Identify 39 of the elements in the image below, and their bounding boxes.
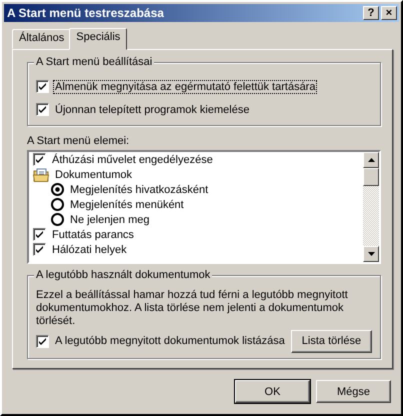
check-mark-icon [35, 155, 44, 164]
list-item[interactable]: Áthúzási művelet engedélyezése [52, 154, 213, 166]
up-arrow-icon [368, 158, 374, 162]
radio-button[interactable] [51, 213, 64, 226]
description-text: Ezzel a beállítással hamar hozzá tud férni a legutóbb megnyitott dokumentumokhoz. A lista törlése nem jelenti a dokumentumok törlését. [36, 289, 349, 328]
help-button[interactable]: ? [363, 6, 379, 20]
checkbox[interactable] [33, 153, 46, 166]
radio-button[interactable] [51, 183, 64, 196]
checkbox[interactable] [33, 228, 46, 241]
list-item[interactable]: Ne jelenjen meg [70, 214, 150, 226]
checkbox[interactable] [36, 334, 49, 348]
check-mark-icon [38, 82, 47, 91]
check-mark-icon [38, 105, 47, 114]
folder-icon [33, 168, 49, 182]
list-item[interactable]: Megjelenítés hivatkozásként [70, 184, 208, 196]
checkbox-label[interactable]: Újonnan telepített programok kiemelése [54, 104, 250, 116]
clear-list-button[interactable]: Lista törlése [290, 330, 372, 352]
group-title: A legutóbb használt dokumentumok [34, 269, 212, 281]
list-label: A Start menü elemei: [27, 135, 130, 147]
list-item[interactable]: Hálózati helyek [52, 244, 127, 256]
scroll-down-button[interactable] [363, 246, 379, 262]
check-mark-icon [38, 336, 47, 346]
checkbox-label[interactable]: Almenük megnyitása az egérmutató felettük tartására [54, 80, 316, 92]
down-arrow-icon [368, 252, 374, 256]
list-item[interactable]: Dokumentumok [55, 168, 132, 180]
list-item[interactable]: Megjelenítés menüként [70, 198, 184, 210]
checkbox[interactable] [36, 80, 49, 93]
list-item[interactable]: Futtatás parancs [52, 228, 134, 240]
scroll-thumb[interactable] [363, 168, 379, 186]
close-button[interactable]: × [381, 6, 397, 20]
scroll-up-button[interactable] [363, 152, 379, 168]
tab[interactable]: Speciális [69, 28, 128, 50]
ok-button[interactable]: OK [235, 380, 310, 403]
radio-button[interactable] [51, 198, 64, 211]
checkbox[interactable] [36, 103, 49, 116]
window-title: A Start menü testreszabása [7, 6, 164, 20]
cancel-button[interactable]: Mégse [316, 380, 391, 403]
checkbox-label[interactable]: A legutóbb megnyitott dokumentumok listázása [54, 335, 286, 347]
group-title: A Start menü beállításai [34, 56, 154, 68]
